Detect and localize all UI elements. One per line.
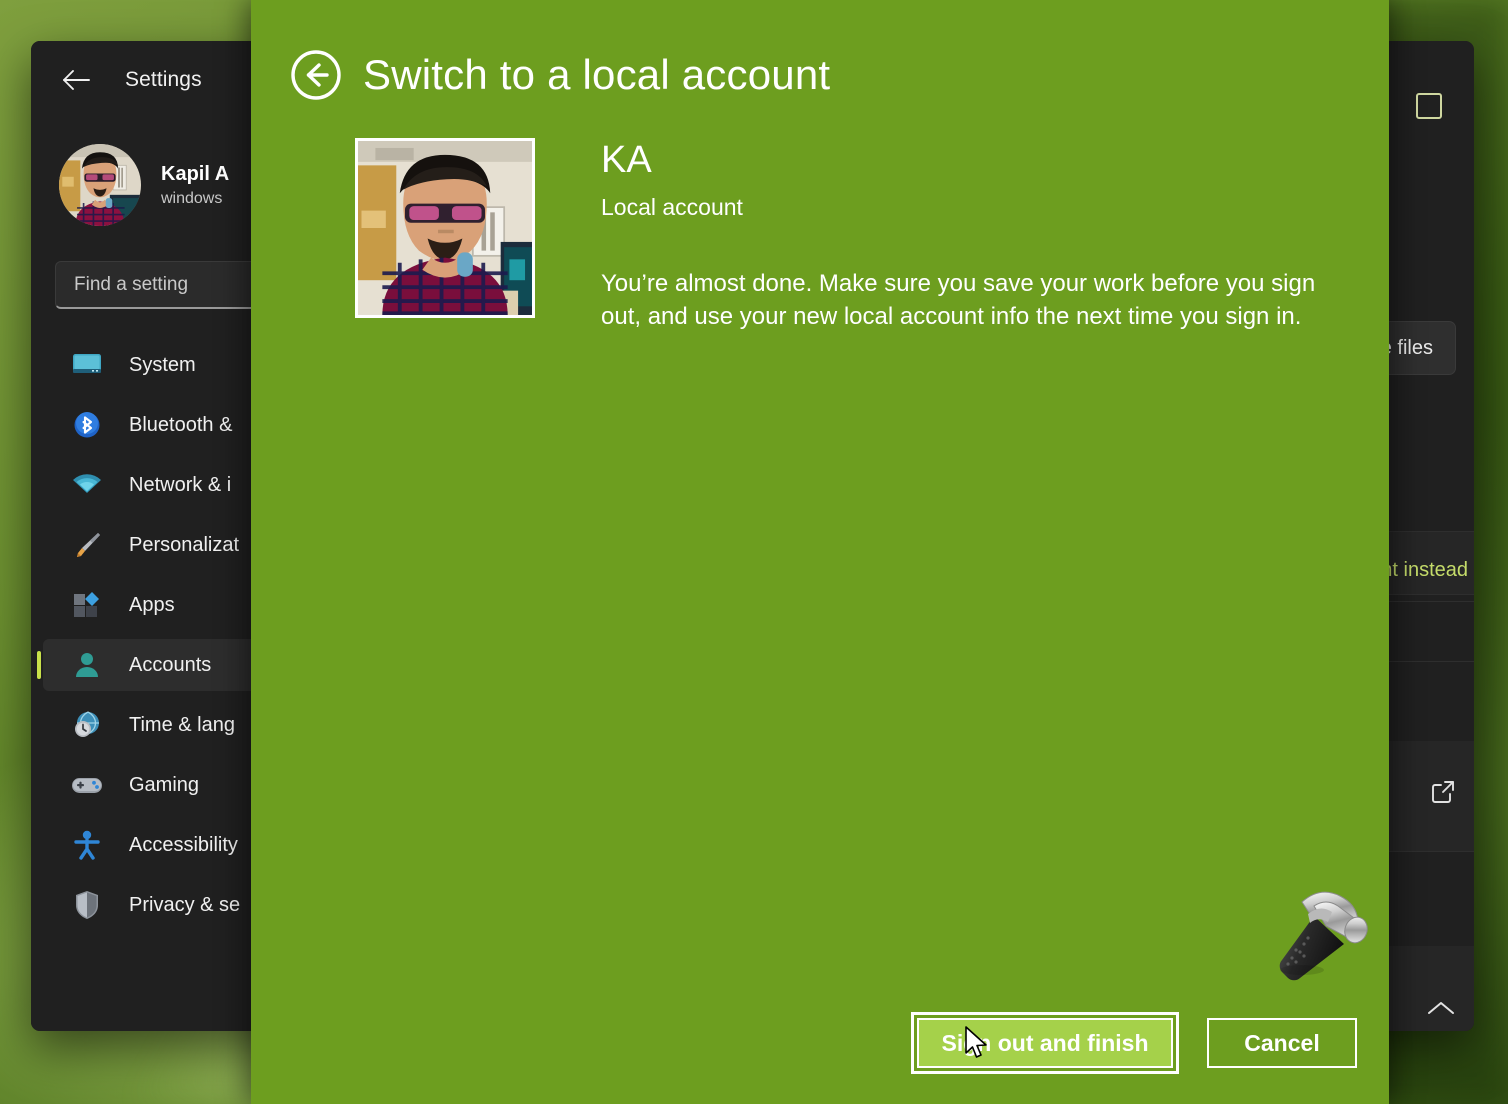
apps-blocks-icon	[71, 589, 103, 621]
dialog-account-info: KA Local account You’re almost done. Mak…	[601, 138, 1341, 333]
sidebar-item-label: Network & i	[129, 474, 231, 497]
sidebar-item-label: Time & lang	[129, 714, 235, 737]
dialog-account-name: KA	[601, 140, 1341, 182]
account-name: Kapil A	[161, 163, 229, 186]
hammer-icon	[1258, 878, 1378, 988]
sidebar-item-label: Bluetooth &	[129, 414, 232, 437]
avatar	[59, 144, 141, 226]
sidebar-item-label: Gaming	[129, 774, 199, 797]
dialog-footer: Sign out and finish Cancel	[251, 1018, 1389, 1068]
monitor-icon	[71, 349, 103, 381]
bluetooth-icon	[71, 409, 103, 441]
sidebar-account-text: Kapil A windows	[161, 163, 229, 208]
cancel-button[interactable]: Cancel	[1207, 1018, 1357, 1068]
dialog-header: Switch to a local account	[251, 0, 1389, 102]
dialog-account-type: Local account	[601, 194, 1341, 221]
shield-icon	[71, 889, 103, 921]
account-email: windows	[161, 190, 229, 208]
sign-out-and-finish-button[interactable]: Sign out and finish	[917, 1018, 1173, 1068]
accessibility-person-icon	[71, 829, 103, 861]
dialog-body: KA Local account You’re almost done. Mak…	[251, 102, 1389, 333]
account-photo	[355, 138, 535, 318]
search-placeholder: Find a setting	[74, 274, 188, 296]
switch-to-local-account-dialog: Switch to a local account	[251, 0, 1389, 1104]
sidebar-item-label: Accounts	[129, 654, 211, 677]
external-link-icon[interactable]	[1430, 779, 1456, 810]
sidebar-item-label: Privacy & se	[129, 894, 240, 917]
gamepad-icon	[71, 769, 103, 801]
person-icon	[71, 649, 103, 681]
sidebar-item-label: Personalizat	[129, 534, 239, 557]
paintbrush-icon	[71, 529, 103, 561]
dialog-title: Switch to a local account	[363, 51, 830, 99]
dialog-message: You’re almost done. Make sure you save y…	[601, 267, 1341, 333]
settings-window-title: Settings	[125, 68, 202, 92]
back-arrow-icon[interactable]	[55, 59, 97, 101]
sidebar-item-label: Apps	[129, 594, 175, 617]
wifi-icon	[71, 469, 103, 501]
sidebar-item-label: System	[129, 354, 196, 377]
circle-back-arrow-icon[interactable]	[289, 48, 343, 102]
maximize-square-icon[interactable]	[1416, 93, 1442, 119]
sidebar-item-label: Accessibility	[129, 834, 238, 857]
clock-globe-icon	[71, 709, 103, 741]
chevron-up-icon[interactable]	[1426, 999, 1456, 1022]
